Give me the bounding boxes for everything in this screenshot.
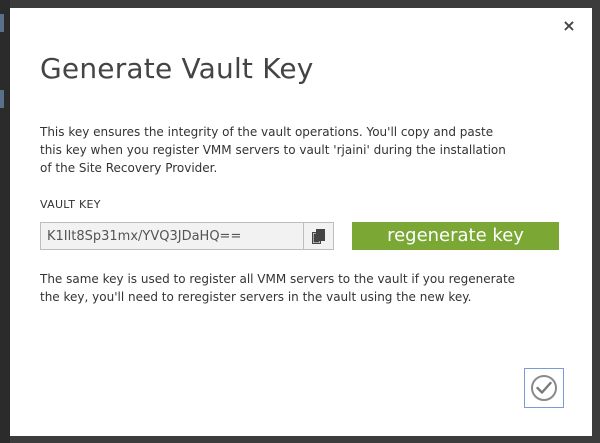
dialog-description: This key ensures the integrity of the va… xyxy=(40,125,506,175)
regenerate-key-button[interactable]: regenerate key xyxy=(352,222,559,250)
checkmark-icon xyxy=(536,381,552,394)
close-icon: × xyxy=(562,16,576,35)
vault-key-label: VAULT KEY xyxy=(40,198,101,211)
regenerate-note: The same key is used to register all VMM… xyxy=(40,272,516,304)
generate-vault-key-dialog: × Generate Vault Key This key ensures th… xyxy=(10,8,592,436)
copy-key-button[interactable] xyxy=(304,222,334,250)
vault-key-field[interactable] xyxy=(40,222,304,250)
confirm-button[interactable] xyxy=(524,368,564,408)
backdrop-marker xyxy=(0,90,4,108)
close-button[interactable]: × xyxy=(560,17,578,35)
backdrop-marker xyxy=(0,14,4,32)
dialog-title: Generate Vault Key xyxy=(40,52,314,85)
backdrop-edge xyxy=(0,0,10,443)
copy-icon xyxy=(312,229,325,244)
